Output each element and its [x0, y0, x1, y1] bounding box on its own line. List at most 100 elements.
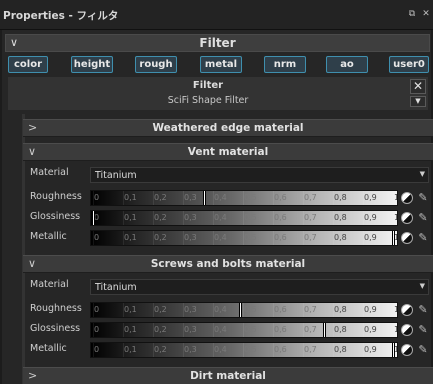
vent-section-label: Vent material	[187, 146, 269, 158]
edit-pen-icon[interactable]: ✎	[417, 344, 429, 356]
slider-tick-label: 0,2	[154, 193, 167, 202]
window-title: Properties - フィルタ	[3, 10, 119, 22]
slider-tick-label: 0,8	[334, 233, 347, 242]
close-icon[interactable]: ✕	[421, 9, 431, 19]
slider-tick-label: 0,4	[214, 213, 227, 222]
slider-tick-label: 0,9	[364, 233, 377, 242]
vent-roughness-slider[interactable]: 0 0,1 0,2 0,3 0,4 0,5 0,6 0,7 0,8 0,9 1	[90, 190, 398, 206]
slider-tick-label: 0,5	[244, 325, 257, 334]
channel-ao-button[interactable]: ao	[326, 56, 368, 73]
screws-roughness-slider[interactable]: 0 0,1 0,2 0,3 0,4 0,5 0,6 0,7 0,8 0,9 1	[90, 302, 398, 318]
filter-header: Filter SciFi Shape Filter ✕ ▼	[8, 77, 428, 110]
channel-color-button[interactable]: color	[8, 56, 48, 73]
texture-link-icon[interactable]	[401, 232, 413, 244]
vent-material-select[interactable]: Titanium ▼	[90, 167, 429, 183]
vent-roughness-label: Roughness	[30, 191, 82, 202]
slider-tick-label: 0,7	[304, 213, 317, 222]
slider-tick-label: 0,9	[364, 305, 377, 314]
edit-pen-icon[interactable]: ✎	[417, 304, 429, 316]
slider-tick-label: 0,1	[124, 305, 137, 314]
slider-tick-label: 0	[94, 325, 100, 334]
channel-metal-button[interactable]: metal	[200, 56, 242, 73]
weathered-edge-section-header[interactable]: > Weathered edge material	[23, 119, 433, 137]
slider-tick-label: 0,1	[124, 345, 137, 354]
filter-section-label: Filter	[199, 36, 236, 50]
slider-tick-label: 0	[94, 345, 100, 354]
slider-tick-label: 0,8	[334, 213, 347, 222]
slider-tick-label: 0,8	[334, 345, 347, 354]
slider-tick-label: 0,7	[304, 345, 317, 354]
filter-section-header[interactable]: ∨ Filter	[5, 34, 430, 52]
slider-handle[interactable]	[392, 343, 395, 357]
dirt-section-header[interactable]: > Dirt material	[23, 367, 433, 384]
slider-tick-label: 0,6	[274, 233, 287, 242]
texture-link-icon[interactable]	[401, 192, 413, 204]
vent-glossiness-slider[interactable]: 00,10,20,30,40,50,60,70,80,91	[90, 210, 398, 226]
slider-tick-label: 0,5	[244, 213, 257, 222]
slider-tick-label: 1	[394, 213, 397, 222]
channel-height-button[interactable]: height	[71, 56, 113, 73]
texture-link-icon[interactable]	[401, 324, 413, 336]
slider-tick-label: 0,9	[364, 325, 377, 334]
slider-tick-label: 0,7	[304, 325, 317, 334]
slider-handle[interactable]	[203, 191, 206, 205]
filter-name: SciFi Shape Filter	[167, 95, 249, 106]
filter-title: Filter	[192, 80, 224, 91]
slider-tick-label: 0,5	[244, 345, 257, 354]
vent-glossiness-label: Glossiness	[30, 211, 81, 222]
title-bar: Properties - フィルタ ⧉ ✕	[0, 0, 433, 30]
texture-link-icon[interactable]	[401, 304, 413, 316]
vent-material-label: Material	[30, 167, 69, 178]
slider-tick-label: 1	[394, 325, 397, 334]
slider-tick-label: 0	[94, 193, 100, 202]
remove-filter-icon[interactable]: ✕	[410, 79, 426, 94]
vent-section-header[interactable]: ∨ Vent material	[23, 143, 433, 161]
filter-menu-icon[interactable]: ▼	[410, 96, 426, 107]
edit-pen-icon[interactable]: ✎	[417, 324, 429, 336]
slider-tick-label: 0,6	[274, 305, 287, 314]
screws-glossiness-slider[interactable]: 0 0,1 0,2 0,3 0,4 0,5 0,6 0,7 0,8 0,9 1	[90, 322, 398, 338]
slider-tick-label: 0,4	[214, 305, 227, 314]
slider-tick-label: 0,5	[244, 193, 257, 202]
slider-handle[interactable]	[92, 211, 95, 225]
slider-tick-label: 0	[94, 233, 100, 242]
texture-link-icon[interactable]	[401, 344, 413, 356]
edit-pen-icon[interactable]: ✎	[417, 232, 429, 244]
texture-link-icon[interactable]	[401, 212, 413, 224]
vent-material-value: Titanium	[95, 170, 137, 181]
channel-user0-button[interactable]: user0	[389, 56, 429, 73]
pin-icon[interactable]: ⧉	[407, 9, 417, 19]
screws-material-label: Material	[30, 279, 69, 290]
screws-glossiness-label: Glossiness	[30, 323, 81, 334]
weathered-edge-section-label: Weathered edge material	[152, 122, 304, 134]
channel-rough-button[interactable]: rough	[135, 56, 177, 73]
screws-section-header[interactable]: ∨ Screws and bolts material	[23, 255, 433, 273]
slider-tick-label: 0,2	[154, 325, 167, 334]
slider-tick-label: 1	[394, 305, 397, 314]
slider-handle[interactable]	[239, 303, 242, 317]
slider-tick-label: 0,7	[304, 233, 317, 242]
channel-nrm-button[interactable]: nrm	[264, 56, 306, 73]
slider-tick-label: 0,8	[334, 325, 347, 334]
slider-tick-label: 0,2	[154, 213, 167, 222]
slider-handle[interactable]	[323, 323, 326, 337]
vent-metallic-slider[interactable]: 00,10,20,30,40,50,60,70,80,91	[90, 230, 398, 246]
screws-material-select[interactable]: Titanium ▼	[90, 279, 429, 295]
screws-roughness-label: Roughness	[30, 303, 82, 314]
slider-tick-label: 0,4	[214, 233, 227, 242]
dirt-section-label: Dirt material	[190, 370, 266, 382]
screws-metallic-slider[interactable]: 00,10,20,30,40,50,60,70,80,91	[90, 342, 398, 358]
edit-pen-icon[interactable]: ✎	[417, 192, 429, 204]
slider-tick-label: 0,5	[244, 305, 257, 314]
slider-tick-label: 0,6	[274, 345, 287, 354]
slider-tick-label: 0,3	[184, 325, 197, 334]
slider-tick-label: 0,8	[334, 193, 347, 202]
edit-pen-icon[interactable]: ✎	[417, 212, 429, 224]
screws-material-value: Titanium	[95, 282, 137, 293]
slider-tick-label: 0,3	[184, 305, 197, 314]
slider-handle[interactable]	[392, 231, 395, 245]
slider-tick-label: 0,3	[184, 345, 197, 354]
vent-metallic-label: Metallic	[30, 231, 67, 242]
screws-section-label: Screws and bolts material	[150, 258, 306, 270]
slider-tick-label: 0,7	[304, 305, 317, 314]
